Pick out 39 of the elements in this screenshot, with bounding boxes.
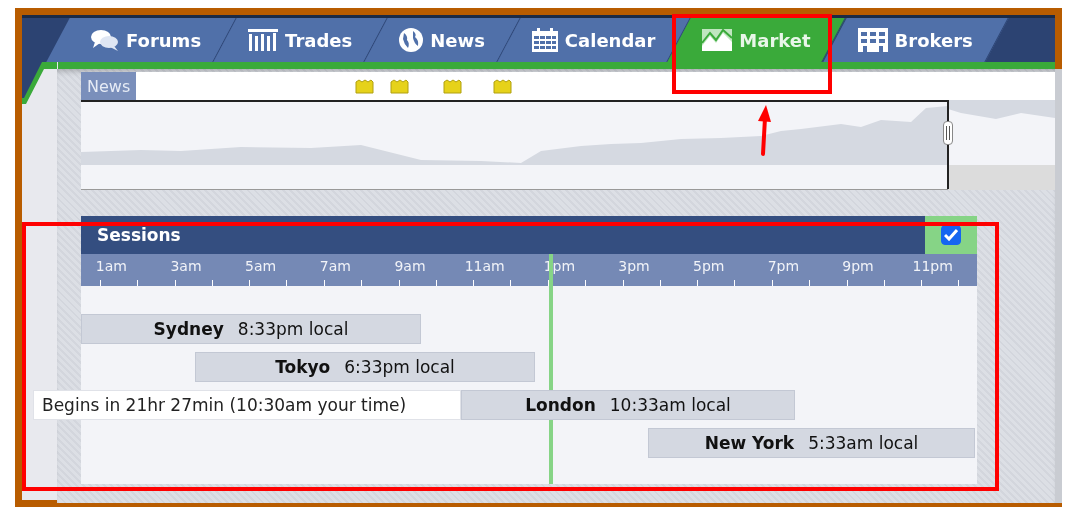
hour-label: 3pm <box>617 257 651 274</box>
hour-label: 9am <box>393 257 427 274</box>
checkbox[interactable] <box>941 225 961 245</box>
hour-label: 11am <box>463 257 506 274</box>
hour-label: 1am <box>94 257 128 274</box>
hour-label: 7pm <box>766 257 801 274</box>
globe-icon <box>398 27 425 53</box>
city-name: New York <box>704 433 795 453</box>
hour-label: 9pm <box>841 257 875 274</box>
news-marker-icon[interactable] <box>443 79 462 94</box>
tooltip: Begins in 21hr 27min (10:30am your time) <box>33 390 461 420</box>
chart-icon <box>701 28 734 52</box>
session-bar[interactable]: London 10:33am local <box>461 390 795 420</box>
city-name: London <box>525 395 596 415</box>
local-time: 5:33am local <box>808 433 919 453</box>
hour-label: 5am <box>244 257 278 274</box>
session-bar[interactable]: New York 5:33am local <box>648 428 975 458</box>
session-bar[interactable]: Sydney 8:33pm local <box>81 314 421 344</box>
strip-label: News <box>81 72 137 100</box>
session-bar[interactable]: Tokyo 6:33pm local <box>195 352 535 382</box>
hour-label: 5pm <box>692 257 726 274</box>
local-time: 6:33pm local <box>344 357 455 377</box>
bars-icon <box>247 28 280 52</box>
panel-title: Sessions <box>96 225 181 245</box>
calendar-icon <box>530 27 559 53</box>
arrow-drawing <box>756 104 772 156</box>
hour-label: 3am <box>169 257 203 274</box>
news-marker-icon[interactable] <box>390 79 409 94</box>
range-handle[interactable] <box>943 121 953 145</box>
hour-label: 11pm <box>911 257 954 274</box>
chat-icon <box>90 28 120 52</box>
city-name: Sydney <box>153 319 224 339</box>
news-marker-icon[interactable] <box>493 79 512 94</box>
local-time: 10:33am local <box>609 395 731 415</box>
hour-label: 7am <box>318 257 352 274</box>
building-icon <box>856 27 889 53</box>
news-marker-icon[interactable] <box>355 79 374 94</box>
city-name: Tokyo <box>275 357 331 377</box>
local-time: 8:33pm local <box>237 319 349 339</box>
